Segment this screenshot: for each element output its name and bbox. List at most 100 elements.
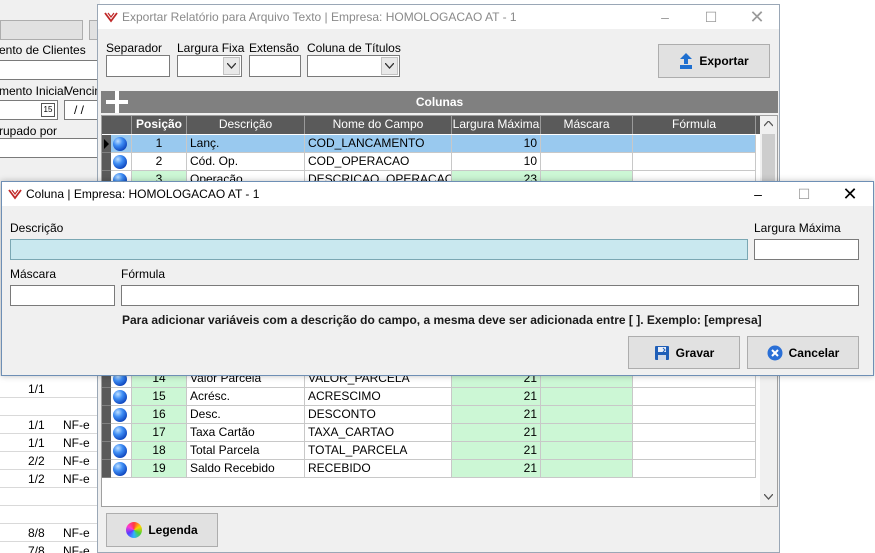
close-icon[interactable]: ✕: [734, 5, 780, 29]
formula-input[interactable]: [121, 285, 859, 306]
bg-date-input[interactable]: 15: [0, 100, 58, 120]
grid-header: Posição Descrição Nome do Campo Largura …: [102, 116, 760, 134]
separador-input[interactable]: [106, 55, 170, 77]
status-cell: [111, 460, 132, 478]
bg-clientes-input[interactable]: [0, 60, 100, 80]
table-row[interactable]: 18 Total Parcela TOTAL_PARCELA 21: [102, 442, 756, 460]
table-row[interactable]: 1/1 NF-e: [0, 434, 100, 452]
status-cell: [111, 406, 132, 424]
coluna-titlebar[interactable]: Coluna | Empresa: HOMOLOGACAO AT - 1 – ☐…: [2, 182, 873, 206]
minimize-icon[interactable]: –: [735, 182, 781, 206]
table-row[interactable]: 1/1 NF-e: [0, 416, 100, 434]
scroll-down-icon[interactable]: [764, 494, 773, 500]
status-ball-icon: [113, 426, 127, 440]
coluna-titulos-select[interactable]: [307, 55, 400, 77]
cancelar-button-label: Cancelar: [788, 345, 840, 360]
mascara-input[interactable]: [10, 285, 115, 306]
cell-formula: [633, 153, 756, 171]
table-row[interactable]: [0, 506, 100, 524]
table-row[interactable]: [0, 488, 100, 506]
table-row[interactable]: 17 Taxa Cartão TAXA_CARTAO 21: [102, 424, 756, 442]
bg-label-vencimento: Vencim: [65, 84, 100, 98]
cell-descricao: Saldo Recebido: [187, 460, 305, 478]
gravar-button[interactable]: Gravar: [628, 336, 740, 369]
cell-posicao: 15: [132, 388, 187, 406]
bg-label-agrupado: rupado por: [0, 124, 58, 138]
header-formula[interactable]: Fórmula: [633, 116, 756, 134]
largura-fixa-select[interactable]: [177, 55, 242, 77]
status-cell: [111, 388, 132, 406]
gravar-button-label: Gravar: [675, 345, 715, 360]
header-descricao[interactable]: Descrição: [187, 116, 305, 134]
close-icon[interactable]: ✕: [827, 182, 873, 206]
cell-mascara: [541, 424, 633, 442]
separador-label: Separador: [106, 41, 163, 55]
bg-label-inicial: mento Inicial: [0, 84, 67, 98]
cell-nome-campo: TOTAL_PARCELA: [305, 442, 452, 460]
cell-formula: [633, 406, 756, 424]
cell-largura: 21: [452, 406, 541, 424]
largura-maxima-label: Largura Máxima: [754, 221, 841, 235]
maximize-icon[interactable]: ☐: [781, 182, 827, 206]
status-ball-icon: [113, 462, 127, 476]
cell-nome-campo: COD_OPERACAO: [305, 153, 452, 171]
table-row[interactable]: 7/8 NF-e: [0, 542, 100, 553]
largura-maxima-input[interactable]: [754, 239, 859, 260]
table-row[interactable]: 1/2 NF-e: [0, 470, 100, 488]
chevron-down-icon[interactable]: [381, 57, 398, 75]
row-indicator: [102, 135, 111, 153]
table-row[interactable]: 15 Acrésc. ACRESCIMO 21: [102, 388, 756, 406]
header-nome-campo[interactable]: Nome do Campo: [305, 116, 452, 134]
bg-agrupado-input[interactable]: [0, 138, 100, 158]
header-posicao[interactable]: Posição: [132, 116, 187, 134]
cell-nome-campo: TAXA_CARTAO: [305, 424, 452, 442]
status-ball-icon: [113, 155, 127, 169]
cell-posicao: 16: [132, 406, 187, 424]
table-row[interactable]: 2/2 NF-e: [0, 452, 100, 470]
row-indicator: [102, 424, 111, 442]
cell-posicao: 18: [132, 442, 187, 460]
row-indicator: [102, 388, 111, 406]
legenda-button[interactable]: Legenda: [106, 513, 218, 547]
background-toolbar-field: [0, 20, 83, 40]
maximize-icon[interactable]: ☐: [688, 5, 734, 29]
colunas-header: Colunas: [101, 91, 778, 113]
descricao-input[interactable]: [10, 239, 748, 260]
exportar-button[interactable]: Exportar: [658, 44, 770, 78]
extensao-input[interactable]: [249, 55, 301, 77]
bg-date-input-2[interactable]: / /: [64, 100, 100, 120]
mascara-label: Máscara: [10, 267, 57, 281]
row-indicator: [102, 406, 111, 424]
scroll-up-icon[interactable]: [764, 121, 773, 127]
minimize-icon[interactable]: –: [642, 5, 688, 29]
table-row[interactable]: 8/8 NF-e: [0, 524, 100, 542]
status-ball-icon: [113, 390, 127, 404]
table-row[interactable]: [0, 398, 100, 416]
grid-header-indicator: [102, 116, 132, 134]
cancelar-button[interactable]: Cancelar: [747, 336, 859, 369]
variables-hint: Para adicionar variáveis com a descrição…: [122, 313, 762, 327]
table-row[interactable]: 16 Desc. DESCONTO 21: [102, 406, 756, 424]
table-row[interactable]: 1/1: [0, 380, 100, 398]
cell-largura: 10: [452, 153, 541, 171]
cell-formula: [633, 460, 756, 478]
cell-largura: 10: [452, 135, 541, 153]
status-cell: [111, 442, 132, 460]
table-row[interactable]: 2 Cód. Op. COD_OPERACAO 10: [102, 153, 756, 171]
bg-label-clientes: ento de Clientes: [0, 43, 86, 57]
table-row[interactable]: 1 Lanç. COD_LANCAMENTO 10: [102, 135, 756, 153]
chevron-down-icon[interactable]: [223, 57, 240, 75]
export-titlebar[interactable]: Exportar Relatório para Arquivo Texto | …: [98, 5, 779, 29]
header-mascara[interactable]: Máscara: [541, 116, 633, 134]
header-largura-maxima[interactable]: Largura Máxima: [452, 116, 541, 134]
cell-nome-campo: COD_LANCAMENTO: [305, 135, 452, 153]
cell-posicao: 17: [132, 424, 187, 442]
table-row[interactable]: 19 Saldo Recebido RECEBIDO 21: [102, 460, 756, 478]
cell-largura: 21: [452, 442, 541, 460]
export-icon: [680, 53, 693, 69]
calendar-icon[interactable]: 15: [41, 103, 55, 117]
app-logo-icon: [104, 12, 118, 23]
status-ball-icon: [113, 137, 127, 151]
formula-label: Fórmula: [121, 267, 166, 281]
cell-descricao: Acrésc.: [187, 388, 305, 406]
